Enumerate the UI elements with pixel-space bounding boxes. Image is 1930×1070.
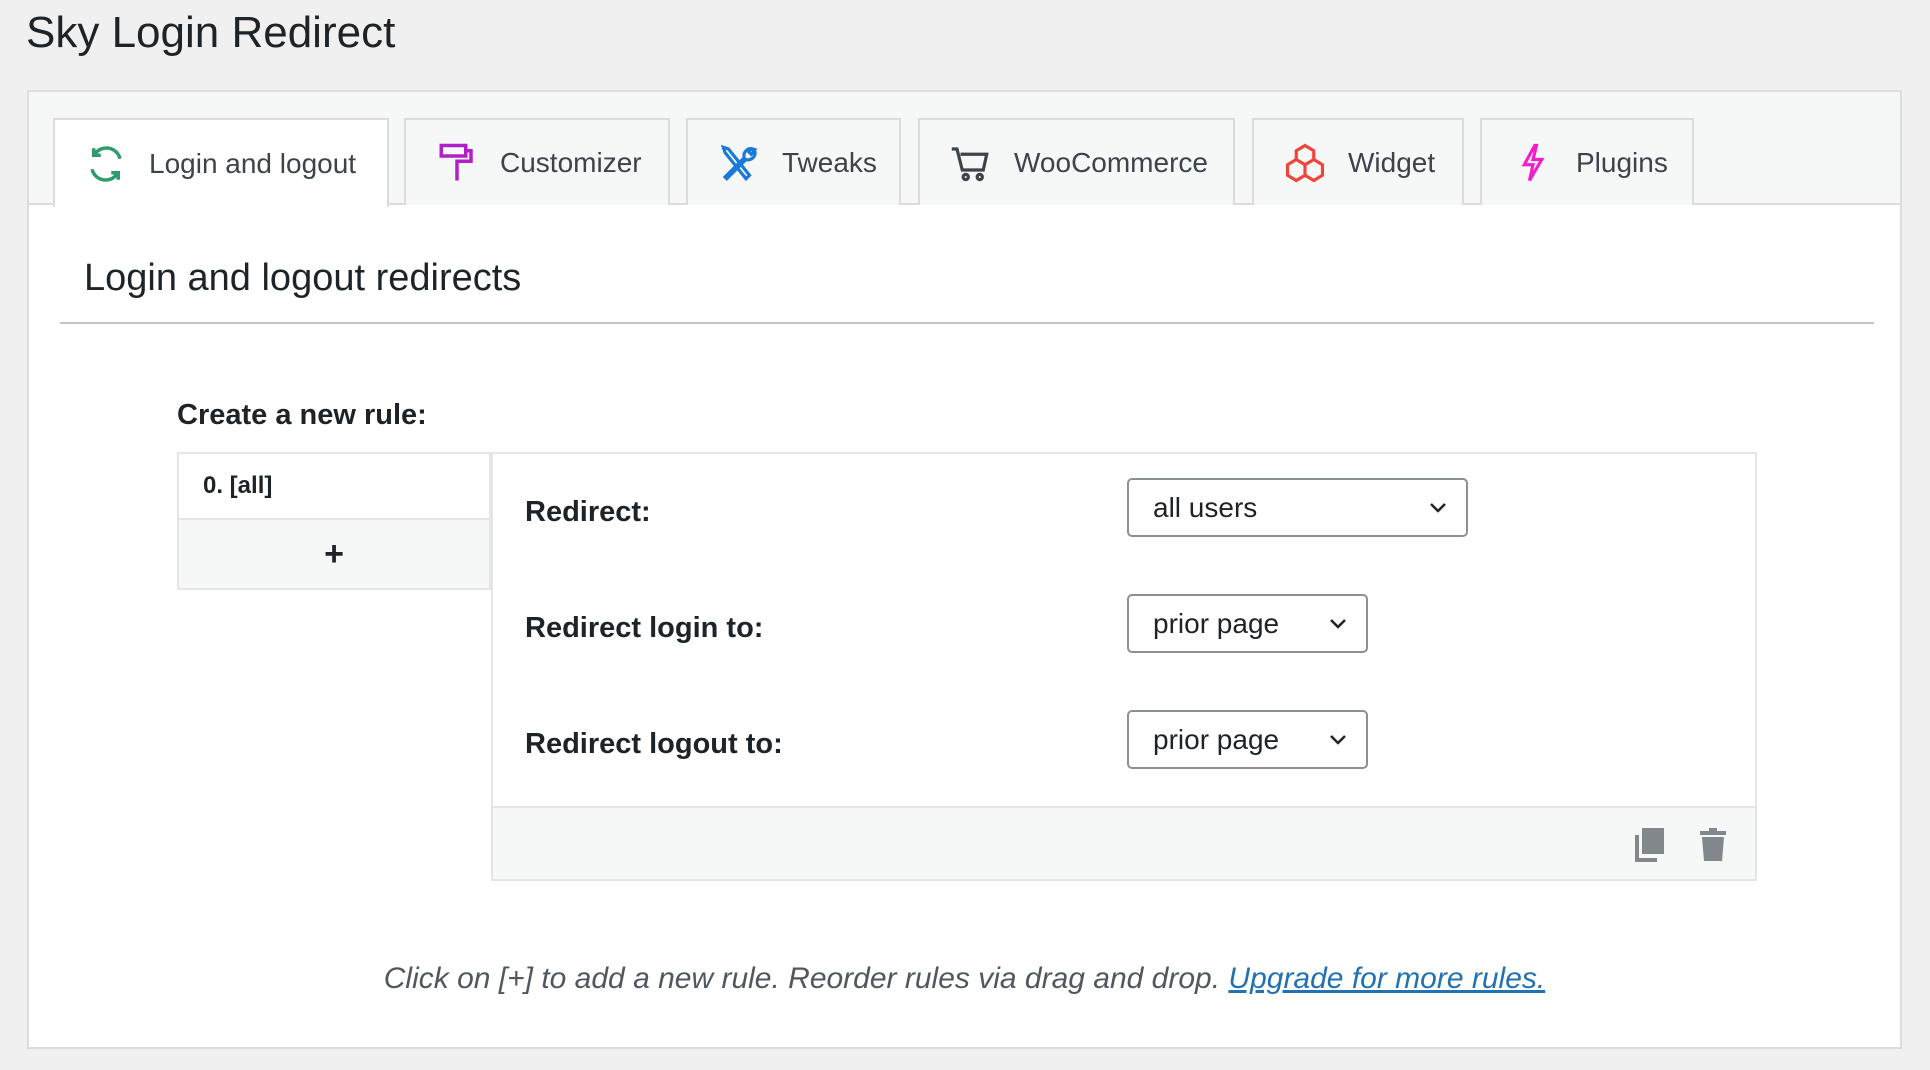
section-heading: Login and logout redirects <box>84 257 522 299</box>
tab-label: Login and logout <box>149 147 357 179</box>
redirect-login-label: Redirect login to: <box>525 612 764 644</box>
redirect-login-select[interactable]: prior page <box>1127 594 1368 653</box>
chevron-down-icon <box>1330 735 1346 745</box>
rule-list: 0. [all] + <box>177 452 491 590</box>
redirect-select[interactable]: all users <box>1127 478 1468 537</box>
tab-plugins[interactable]: Plugins <box>1480 118 1694 205</box>
tab-login-logout[interactable]: Login and logout <box>53 118 389 207</box>
refresh-icon <box>90 145 122 182</box>
settings-panel: Login and logout Customizer Tweaks WooCo… <box>27 90 1902 1049</box>
cart-icon <box>951 146 989 181</box>
tab-label: Customizer <box>500 146 642 178</box>
tab-bar: Login and logout Customizer Tweaks WooCo… <box>29 92 1900 207</box>
redirect-logout-select[interactable]: prior page <box>1127 710 1368 769</box>
select-value: prior page <box>1153 607 1280 639</box>
tab-woocommerce[interactable]: WooCommerce <box>918 118 1235 205</box>
chevron-down-icon <box>1330 619 1346 629</box>
tab-customizer[interactable]: Customizer <box>404 118 670 205</box>
rule-editor: Redirect: all users Redirect login to: p… <box>491 452 1757 881</box>
redirect-logout-label: Redirect logout to: <box>525 728 783 760</box>
tab-label: WooCommerce <box>1014 146 1208 178</box>
page-title: Sky Login Redirect <box>26 8 396 57</box>
add-rule-button[interactable]: + <box>179 520 489 588</box>
select-value: all users <box>1153 491 1258 523</box>
select-value: prior page <box>1153 723 1280 755</box>
cubes-icon <box>1285 143 1325 182</box>
tab-label: Plugins <box>1576 146 1668 178</box>
help-note: Click on [+] to add a new rule. Reorder … <box>29 962 1900 996</box>
help-text: Click on [+] to add a new rule. Reorder … <box>383 962 1221 995</box>
rule-item[interactable]: 0. [all] <box>179 454 489 520</box>
tab-widget[interactable]: Widget <box>1252 118 1464 205</box>
create-rule-label: Create a new rule: <box>177 399 427 431</box>
tab-label: Widget <box>1348 146 1436 178</box>
chevron-down-icon <box>1430 503 1446 513</box>
upgrade-link[interactable]: Upgrade for more rules. <box>1228 962 1545 995</box>
trash-icon[interactable] <box>1699 826 1727 862</box>
tab-label: Tweaks <box>782 146 877 178</box>
copy-icon[interactable] <box>1635 828 1665 862</box>
divider <box>60 322 1874 324</box>
tab-tweaks[interactable]: Tweaks <box>686 118 901 205</box>
tools-icon <box>720 144 759 181</box>
redirect-label: Redirect: <box>525 496 651 528</box>
lightning-icon <box>1521 143 1545 181</box>
paint-roller-icon <box>439 143 473 180</box>
rule-footer <box>493 806 1755 879</box>
